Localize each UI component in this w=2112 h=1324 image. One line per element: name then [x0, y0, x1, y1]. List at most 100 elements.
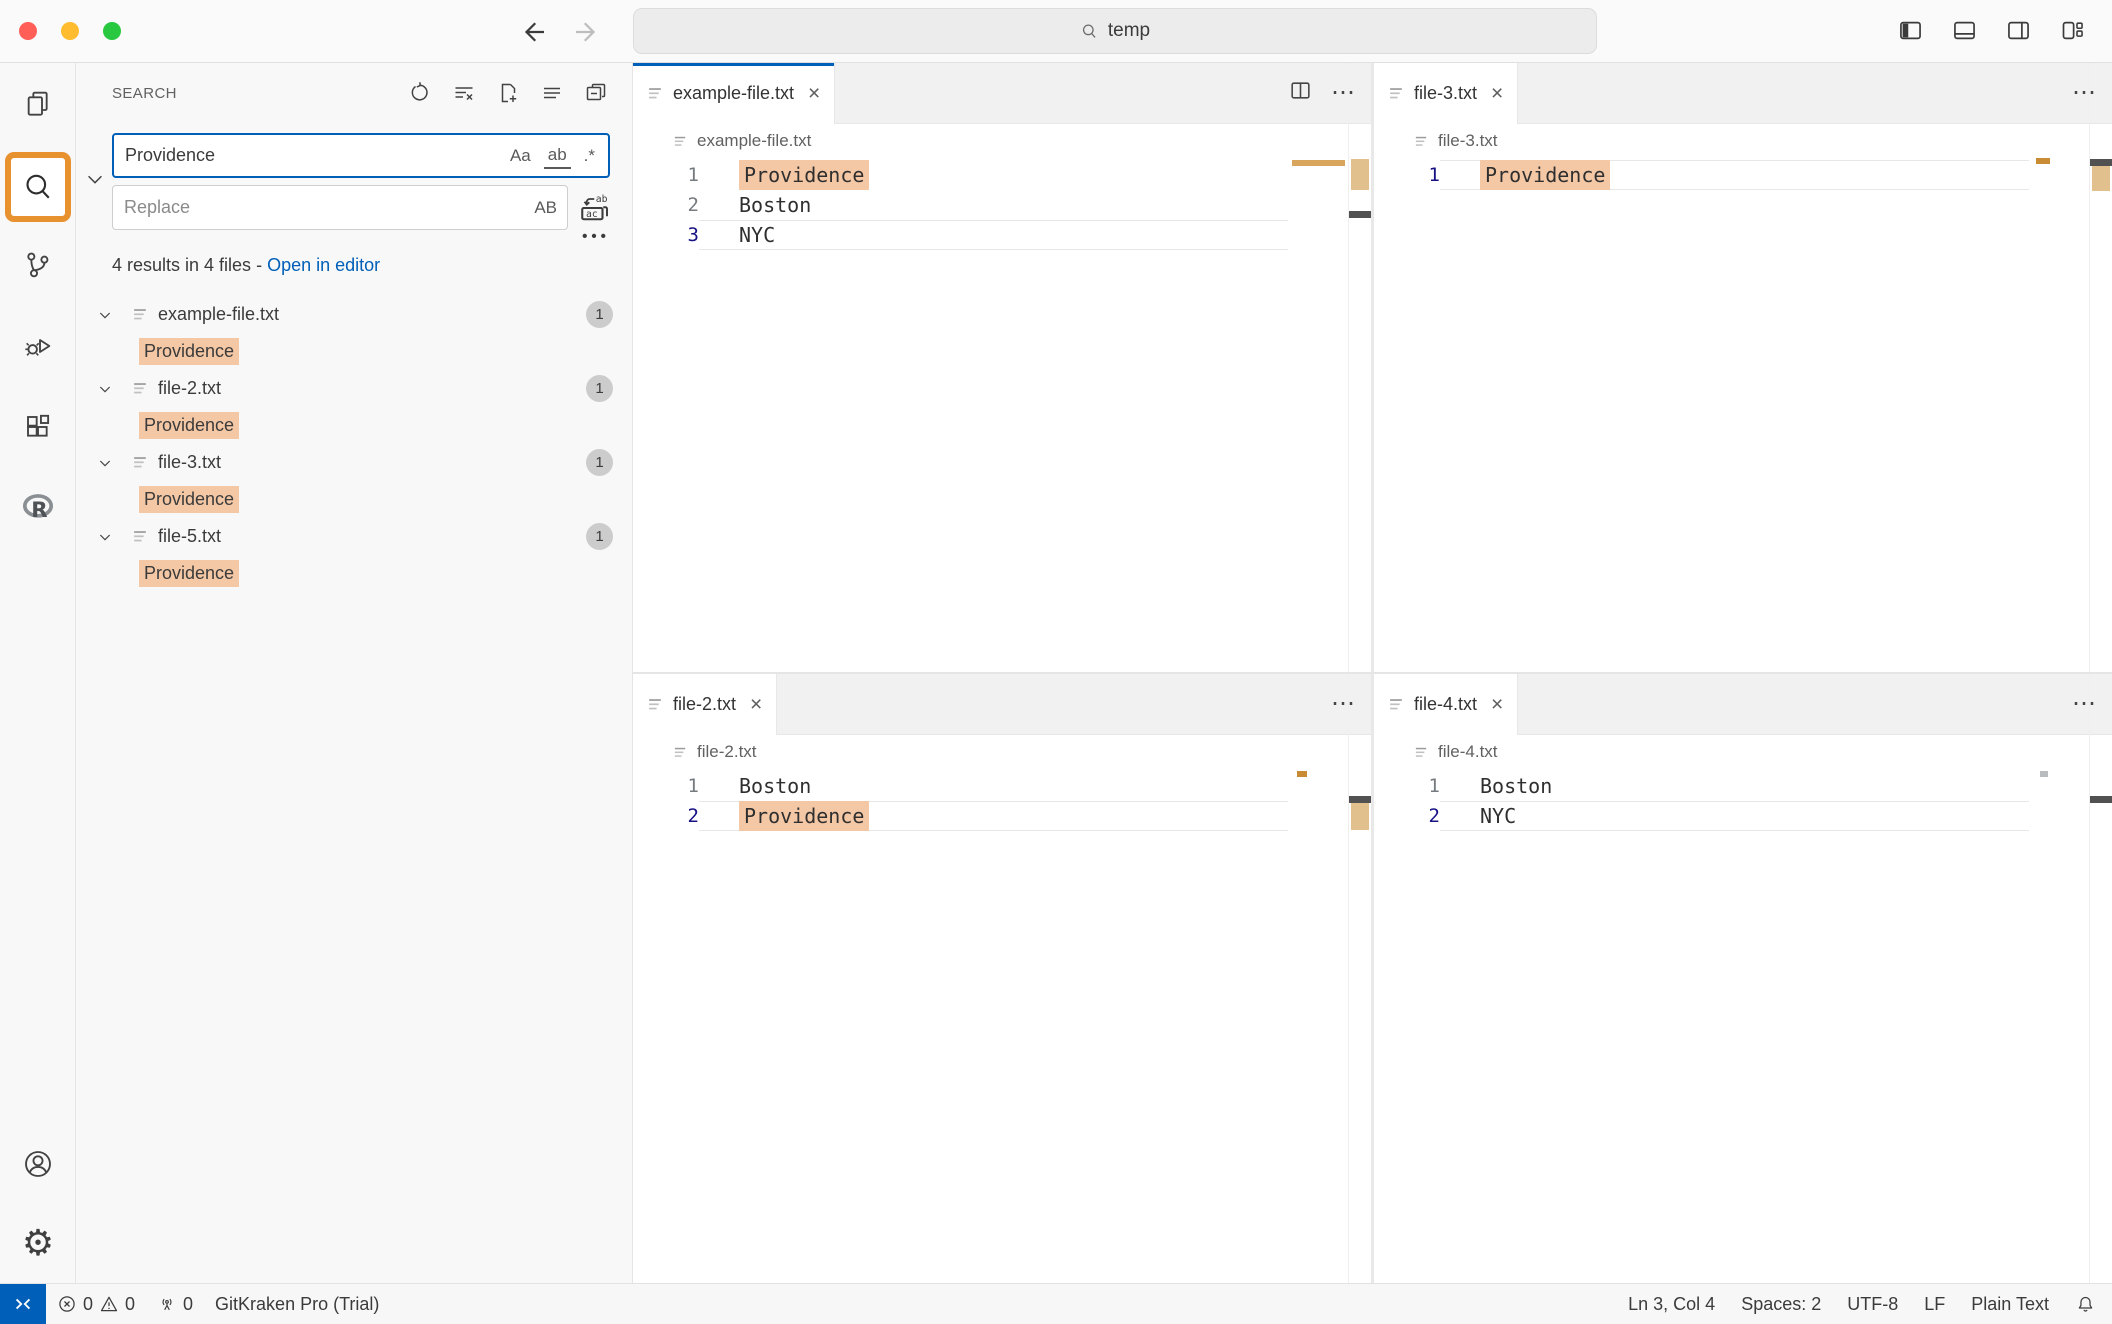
result-file-row[interactable]: example-file.txt 1 [76, 296, 633, 333]
tab-file-4[interactable]: file-4.txt × [1374, 674, 1518, 735]
result-file-row[interactable]: file-5.txt 1 [76, 518, 633, 555]
toggle-primary-sidebar-button[interactable] [1897, 17, 1924, 44]
language-mode-label: Plain Text [1971, 1294, 2049, 1315]
match-text: Providence [139, 338, 239, 365]
cursor-position[interactable]: Ln 3, Col 4 [1615, 1284, 1728, 1324]
status-bar: 0 0 0 GitKraken Pro (Trial) Ln 3, Col 4 … [0, 1283, 2112, 1324]
editor-pane-file-3: file-3.txt × ⋯ file-3.txt 1Providence [1374, 63, 2112, 672]
zoom-window-button[interactable] [103, 22, 121, 40]
result-match-row[interactable]: Providence [76, 333, 633, 370]
breadcrumb[interactable]: file-3.txt [1374, 124, 2112, 158]
tab-bar: example-file.txt × ⋯ [633, 63, 1371, 124]
sidebar-item-source-control[interactable] [22, 249, 54, 281]
arrow-left-icon [519, 17, 549, 47]
customize-layout-button[interactable] [2059, 17, 2086, 44]
navigate-back-button[interactable] [519, 17, 549, 47]
tab-file-2[interactable]: file-2.txt × [633, 674, 777, 735]
regex-toggle[interactable]: .* [580, 144, 599, 168]
result-file-row[interactable]: file-3.txt 1 [76, 444, 633, 481]
minimap-match-mark [2036, 158, 2050, 164]
indentation-status[interactable]: Spaces: 2 [1728, 1284, 1834, 1324]
problems-status[interactable]: 0 0 [46, 1284, 146, 1324]
tab-file-3[interactable]: file-3.txt × [1374, 63, 1518, 124]
sidebar-item-run-debug[interactable] [22, 330, 54, 362]
notifications-button[interactable] [2062, 1284, 2112, 1324]
encoding-label: UTF-8 [1847, 1294, 1898, 1315]
minimap-text-mark [2040, 771, 2048, 777]
line-number: 1 [633, 160, 699, 190]
results-summary: 4 results in 4 files - Open in editor [112, 255, 380, 276]
breadcrumb[interactable]: example-file.txt [633, 124, 1371, 158]
collapse-all-icon [584, 81, 608, 105]
code-line: 1Boston [1374, 771, 2112, 801]
code-text: Boston [699, 190, 1288, 220]
view-as-tree-button[interactable] [540, 81, 564, 110]
clear-search-results-button[interactable] [452, 81, 476, 110]
overview-ruler[interactable] [1348, 63, 1371, 672]
collapse-all-button[interactable] [584, 81, 608, 110]
ruler-match-mark [2092, 166, 2110, 191]
sidebar-item-r-language[interactable]: R [22, 492, 54, 524]
breadcrumb-file: file-2.txt [697, 742, 757, 762]
match-case-toggle[interactable]: Aa [506, 144, 535, 168]
toggle-search-details-button[interactable]: ••• [576, 228, 616, 245]
sidebar-item-extensions[interactable] [22, 411, 54, 443]
ruler-cursor-mark [2090, 159, 2112, 166]
split-editor-button[interactable] [1288, 78, 1313, 108]
result-match-row[interactable]: Providence [76, 481, 633, 518]
result-match-row[interactable]: Providence [76, 555, 633, 592]
tab-example-file[interactable]: example-file.txt × [633, 63, 835, 124]
overview-ruler[interactable] [1348, 674, 1371, 1283]
error-icon [57, 1294, 77, 1314]
overview-ruler[interactable] [2089, 674, 2112, 1283]
code-area[interactable]: 1Providence [1374, 158, 2112, 190]
navigate-forward-button[interactable] [571, 17, 601, 47]
language-mode-status[interactable]: Plain Text [1958, 1284, 2062, 1324]
whole-word-toggle[interactable]: ab [544, 143, 571, 169]
close-tab-button[interactable]: × [1491, 694, 1503, 715]
code-line-current: 2Providence [633, 801, 1371, 831]
sidebar-item-search[interactable] [22, 171, 54, 203]
close-window-button[interactable] [19, 22, 37, 40]
search-input[interactable] [114, 145, 506, 166]
open-new-search-editor-button[interactable] [496, 81, 520, 110]
open-in-editor-link[interactable]: Open in editor [267, 255, 380, 275]
warning-icon [99, 1294, 119, 1314]
close-tab-button[interactable]: × [1491, 83, 1503, 104]
ruler-cursor-mark [1349, 796, 1371, 803]
svg-text:R: R [31, 498, 47, 523]
text-file-icon [1388, 85, 1405, 102]
close-tab-button[interactable]: × [808, 83, 820, 104]
eol-status[interactable]: LF [1911, 1284, 1958, 1324]
code-area[interactable]: 1Boston 2NYC [1374, 769, 2112, 831]
account-button[interactable] [22, 1148, 54, 1180]
code-area[interactable]: 1Providence 2Boston 3NYC [633, 158, 1371, 250]
line-number: 1 [1374, 160, 1440, 190]
toggle-panel-button[interactable] [1951, 17, 1978, 44]
line-number: 1 [1374, 771, 1440, 801]
close-tab-button[interactable]: × [750, 694, 762, 715]
result-match-row[interactable]: Providence [76, 407, 633, 444]
remote-indicator[interactable] [0, 1284, 46, 1324]
sidebar-item-explorer[interactable] [22, 88, 54, 120]
settings-button[interactable]: ⚙ [22, 1227, 54, 1259]
ports-status[interactable]: 0 [146, 1284, 204, 1324]
code-area[interactable]: 1Boston 2Providence [633, 769, 1371, 831]
result-file-row[interactable]: file-2.txt 1 [76, 370, 633, 407]
minimize-window-button[interactable] [61, 22, 79, 40]
breadcrumb[interactable]: file-4.txt [1374, 735, 2112, 769]
replace-input[interactable] [113, 197, 530, 218]
toggle-secondary-sidebar-button[interactable] [2005, 17, 2032, 44]
refresh-button[interactable] [408, 81, 432, 110]
ruler-match-mark [1351, 159, 1369, 190]
encoding-status[interactable]: UTF-8 [1834, 1284, 1911, 1324]
toggle-replace-button[interactable] [84, 168, 106, 195]
svg-text:ab: ab [596, 194, 608, 205]
preserve-case-toggle[interactable]: AB [530, 196, 567, 220]
code-line: 1Providence [633, 160, 1371, 190]
gitkraken-status[interactable]: GitKraken Pro (Trial) [204, 1284, 390, 1324]
overview-ruler[interactable] [2089, 63, 2112, 672]
breadcrumb[interactable]: file-2.txt [633, 735, 1371, 769]
replace-all-button[interactable]: acab [575, 188, 615, 228]
command-center-search[interactable]: temp [633, 8, 1597, 54]
